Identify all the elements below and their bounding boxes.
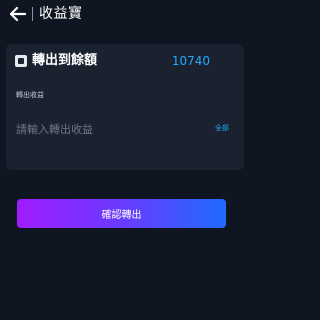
confirm-transfer-button[interactable]: 確認轉出 bbox=[17, 199, 226, 228]
arrow-left-icon-svg bbox=[9, 6, 27, 22]
transfer-card: 轉出到餘額 10740 轉出收益 全部 bbox=[6, 44, 244, 170]
all-button[interactable]: 全部 bbox=[215, 123, 229, 133]
top-bar: 收益寶 bbox=[0, 0, 250, 30]
earnings-input-row: 全部 bbox=[16, 120, 236, 140]
header-divider bbox=[32, 7, 33, 21]
wallet-icon bbox=[15, 55, 27, 67]
amount-label: 轉出到餘額 bbox=[32, 53, 98, 68]
amount-value: 10740 bbox=[171, 54, 210, 68]
earnings-input[interactable] bbox=[16, 120, 186, 138]
arrow-left-icon[interactable] bbox=[8, 5, 28, 23]
amount-row: 轉出到餘額 10740 bbox=[6, 44, 244, 80]
page-title: 收益寶 bbox=[39, 6, 83, 22]
transfer-earnings-label: 轉出收益 bbox=[16, 91, 44, 99]
